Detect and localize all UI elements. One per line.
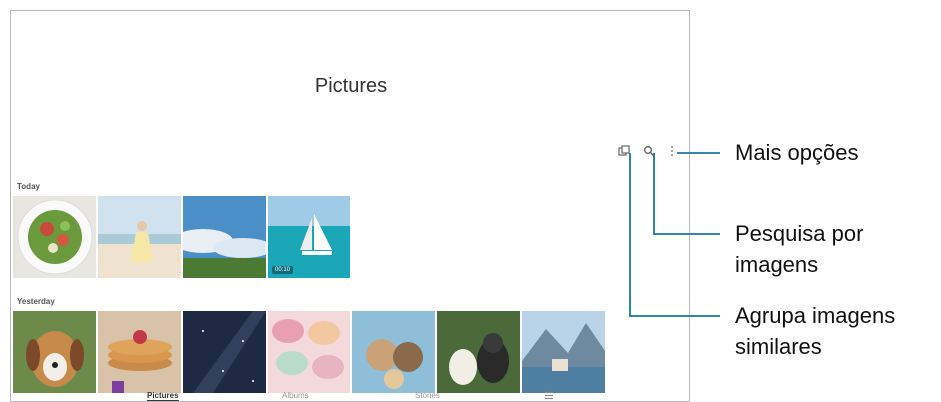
callout-search-line2: imagens (735, 252, 819, 277)
callout-group-line2: similares (735, 334, 822, 359)
callout-more-options: Mais opções (735, 140, 859, 165)
callout-group-line1: Agrupa imagens (735, 303, 896, 328)
callout-search-line1: Pesquisa por (735, 221, 864, 246)
search-leader-line (653, 153, 720, 235)
